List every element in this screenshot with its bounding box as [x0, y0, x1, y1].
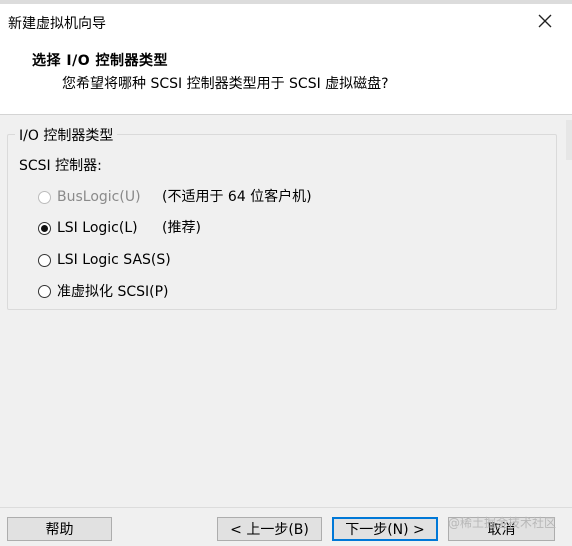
new-vm-wizard-window: 新建虚拟机向导 选择 I/O 控制器类型 您希望将哪种 SCSI 控制器类型用于…: [0, 0, 572, 546]
group-legend: I/O 控制器类型: [15, 125, 118, 145]
window-title: 新建虚拟机向导: [8, 16, 106, 32]
scsi-controller-label: SCSI 控制器:: [19, 158, 102, 174]
radio-buslogic[interactable]: BusLogic(U): [38, 187, 141, 207]
radio-button-icon: [38, 284, 51, 298]
radio-button-icon: [38, 253, 51, 267]
radio-note: (推荐): [162, 220, 201, 236]
radio-label: 准虚拟化 SCSI(P): [57, 284, 169, 300]
radio-note: (不适用于 64 位客户机): [162, 189, 312, 205]
page-subtitle: 您希望将哪种 SCSI 控制器类型用于 SCSI 虚拟磁盘?: [62, 76, 389, 92]
background-edge: [566, 120, 572, 160]
radio-button-icon: [38, 190, 51, 204]
radio-paravirtual-scsi[interactable]: 准虚拟化 SCSI(P): [38, 281, 169, 301]
back-button[interactable]: < 上一步(B): [217, 517, 322, 541]
watermark: @稀土掘金技术社区: [448, 516, 557, 530]
next-button[interactable]: 下一步(N) >: [332, 517, 438, 541]
radio-label: BusLogic(U): [57, 189, 141, 205]
radio-button-icon: [38, 221, 51, 235]
title-bar: 新建虚拟机向导: [0, 4, 572, 38]
radio-label: LSI Logic SAS(S): [57, 252, 171, 268]
radio-lsi-logic[interactable]: LSI Logic(L): [38, 218, 138, 238]
wizard-header: 选择 I/O 控制器类型 您希望将哪种 SCSI 控制器类型用于 SCSI 虚拟…: [0, 38, 572, 115]
page-title: 选择 I/O 控制器类型: [32, 53, 168, 69]
close-icon: [538, 14, 552, 28]
radio-label: LSI Logic(L): [57, 220, 138, 236]
radio-lsi-logic-sas[interactable]: LSI Logic SAS(S): [38, 250, 171, 270]
io-controller-group: I/O 控制器类型 SCSI 控制器: BusLogic(U) (不适用于 64…: [7, 125, 557, 310]
footer-divider: [0, 507, 572, 508]
help-button[interactable]: 帮助: [7, 517, 112, 541]
close-button[interactable]: [534, 10, 556, 32]
